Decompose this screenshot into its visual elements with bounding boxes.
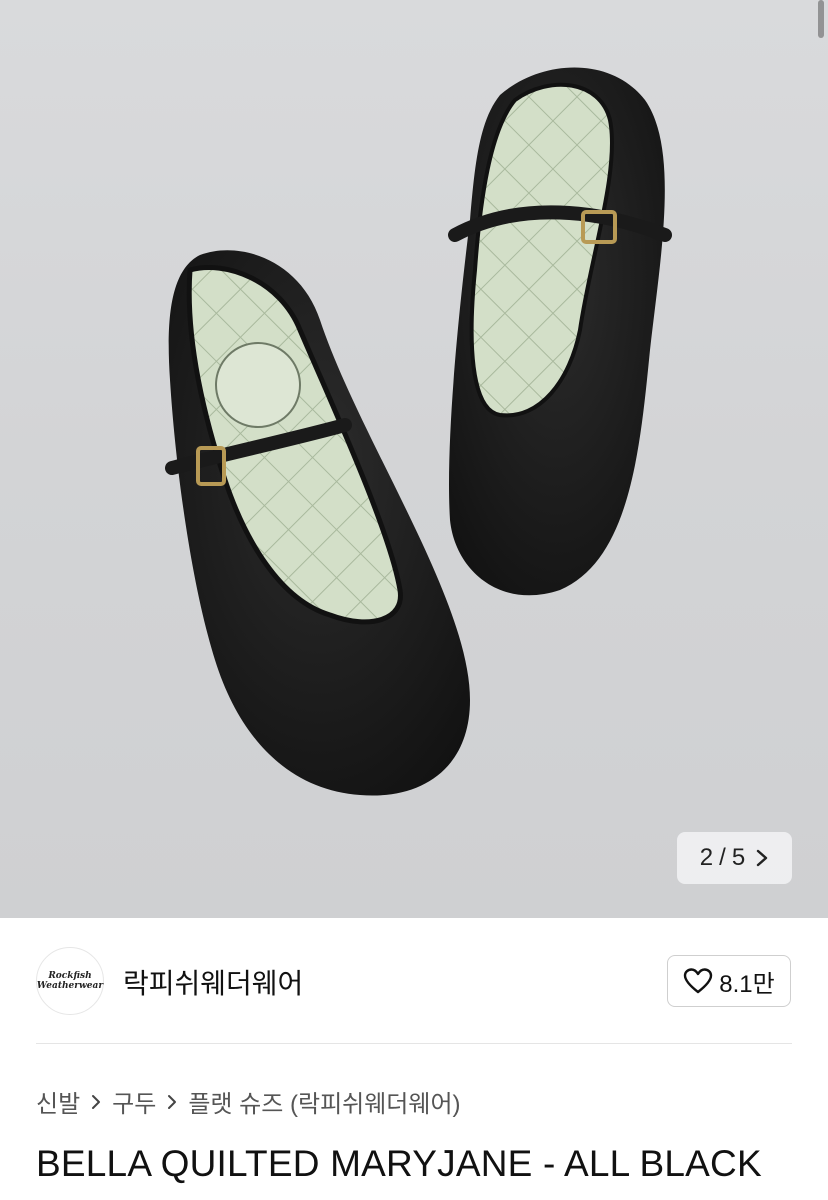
left-shoe [165,250,470,796]
scrollbar-thumb[interactable] [818,0,824,38]
section-divider [36,1043,792,1044]
chevron-right-icon [92,1094,101,1109]
chevron-right-icon [168,1094,177,1109]
store-avatar[interactable]: Rockfish Weatherwear [36,947,104,1015]
chevron-right-icon[interactable] [755,848,769,868]
image-pager[interactable]: 2 / 5 [677,832,792,884]
store-name[interactable]: 락피쉬웨더웨어 [123,962,303,1002]
pager-divider: / [719,844,726,871]
product-title: BELLA QUILTED MARYJANE - ALL BLACK [36,1143,762,1184]
breadcrumb-item[interactable]: 신발 [36,1084,80,1119]
right-shoe [448,67,672,596]
logo-text-line2: Weatherwear [36,980,104,991]
heart-outline-icon [684,968,713,994]
breadcrumb-item[interactable]: 구두 [112,1084,156,1119]
logo-text-line1: Rockfish [48,970,92,981]
like-count: 8.1만 [719,970,775,998]
product-image-gallery[interactable]: 2 / 5 [0,0,828,918]
pager-total: 5 [731,844,746,871]
product-photo-shoes [165,67,672,796]
like-button[interactable]: 8.1만 [667,955,791,1007]
breadcrumb-item[interactable]: 플랫 슈즈 (락피쉬웨더웨어) [188,1084,460,1119]
pager-current: 2 [699,844,714,871]
breadcrumb: 신발 구두 플랫 슈즈 (락피쉬웨더웨어) [36,1084,461,1119]
